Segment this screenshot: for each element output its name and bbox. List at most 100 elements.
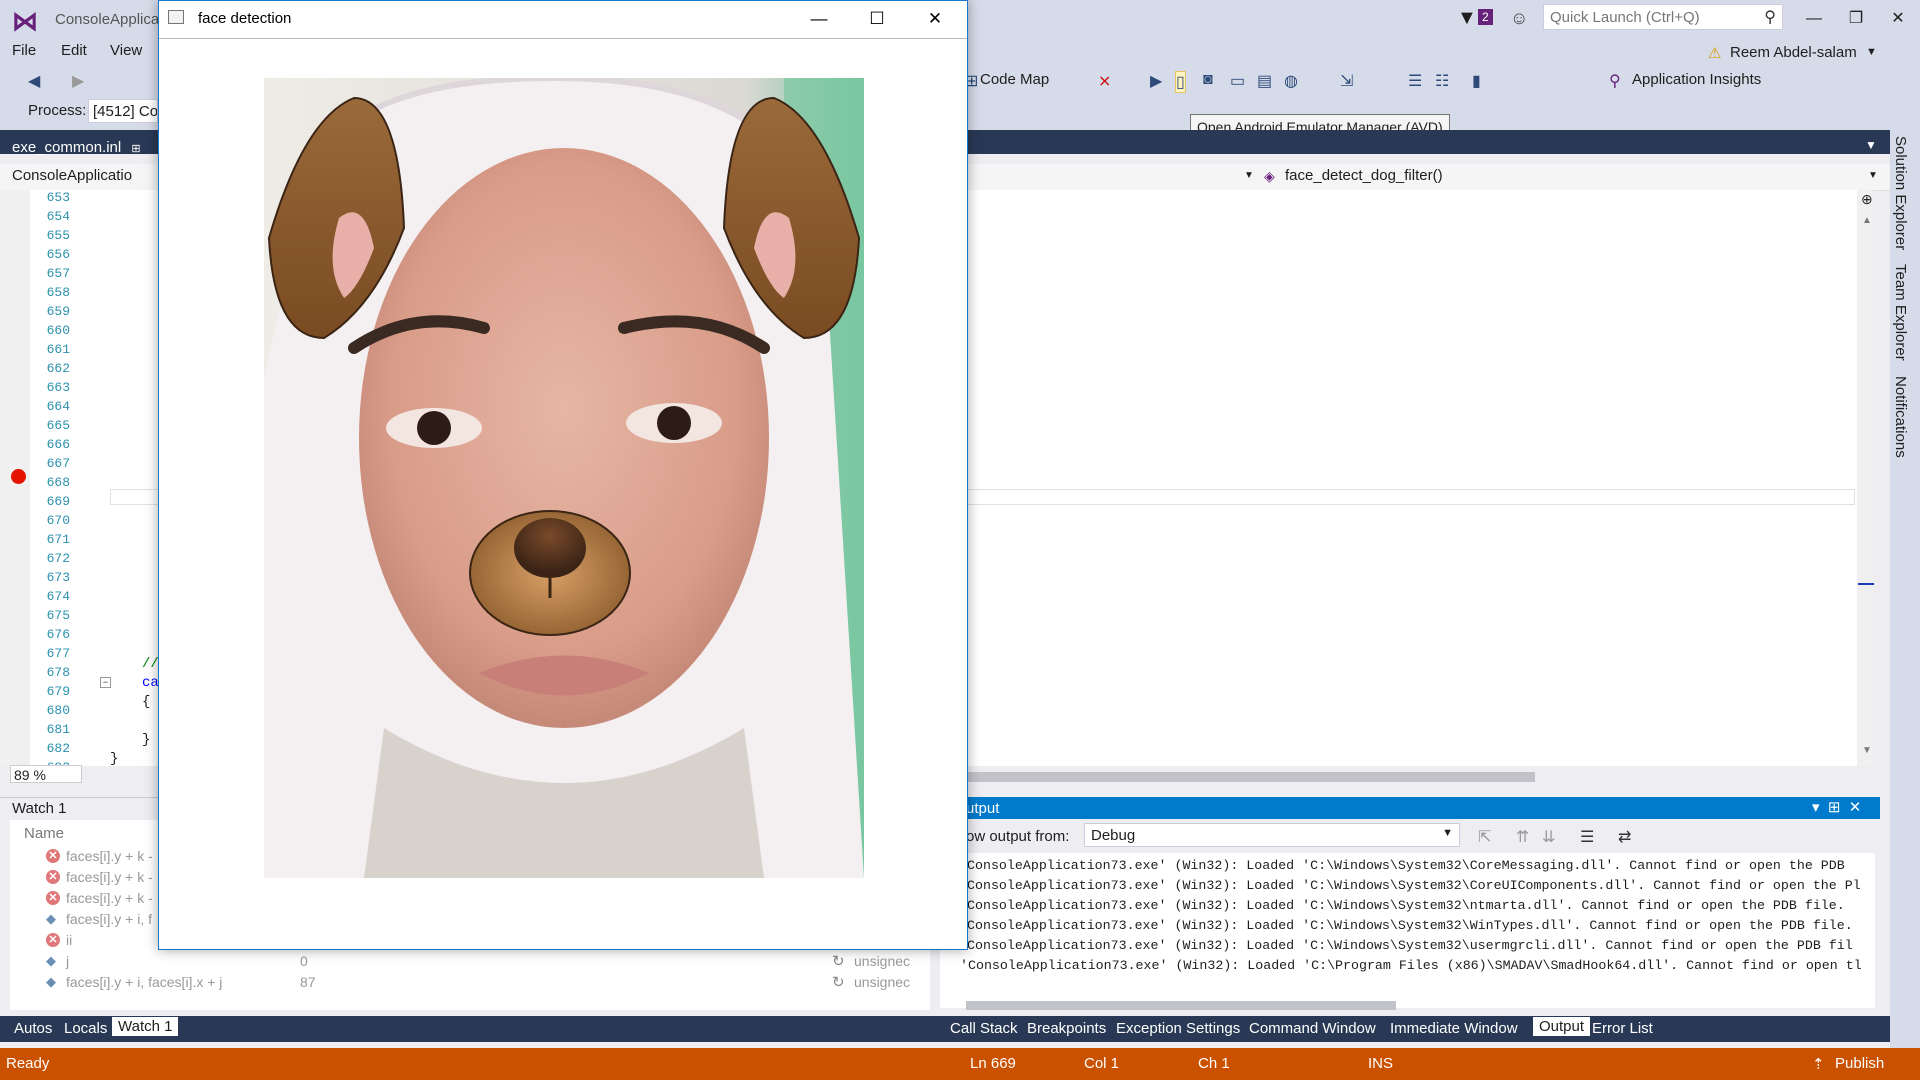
step-icon[interactable]: ⇲	[1340, 71, 1353, 91]
face-photo-with-dog-filter	[264, 78, 864, 878]
face-window-close-button[interactable]: ✕	[912, 5, 958, 33]
side-tab-notifications[interactable]: Notifications	[1892, 376, 1909, 458]
clear-all-icon[interactable]: ☰	[1580, 827, 1594, 847]
panel-controls[interactable]: ▾ ⊞ ✕	[1812, 798, 1861, 816]
output-source-select[interactable]: Debug ▼	[1084, 823, 1460, 847]
find-message-icon[interactable]: ⇱	[1478, 827, 1491, 847]
feedback-icon[interactable]: ☺	[1510, 8, 1528, 29]
line-number: 678	[46, 665, 70, 680]
terminal-icon[interactable]: ▭	[1230, 71, 1245, 91]
next-message-icon[interactable]: ⇊	[1542, 827, 1555, 847]
output-horizontal-scrollbar[interactable]	[966, 1001, 1396, 1010]
outdent-icon[interactable]: ☷	[1435, 71, 1449, 91]
application-insights-button[interactable]: Application Insights	[1632, 71, 1761, 88]
tab-exe-common[interactable]: exe_common.inl ⊞	[4, 133, 160, 156]
tab-output[interactable]: Output	[1533, 1017, 1591, 1036]
chevron-down-icon[interactable]: ▼	[1868, 170, 1878, 181]
watch-row-value[interactable]: 87	[300, 974, 316, 990]
lightbulb-icon[interactable]: ⚲	[1609, 71, 1621, 91]
side-tab-solution-explorer[interactable]: Solution Explorer	[1892, 136, 1909, 250]
editor-horizontal-scrollbar[interactable]	[960, 772, 1535, 782]
globe-icon[interactable]: ◍	[1284, 71, 1298, 91]
tab-autos[interactable]: Autos	[14, 1020, 52, 1037]
menu-view[interactable]: View	[110, 42, 142, 59]
close-button[interactable]: ✕	[1878, 6, 1918, 32]
tab-call-stack[interactable]: Call Stack	[950, 1020, 1018, 1037]
scope-navigation-dropdown[interactable]	[966, 164, 1257, 188]
play-icon[interactable]: ▶	[1150, 71, 1162, 91]
bookmark-icon[interactable]: ▮	[1472, 71, 1481, 91]
tab-immediate-window[interactable]: Immediate Window	[1390, 1020, 1518, 1037]
line-number: 654	[46, 209, 70, 224]
code-line: ca	[142, 675, 159, 691]
search-icon[interactable]: ⚲	[1764, 7, 1776, 27]
minimize-button[interactable]: —	[1794, 6, 1834, 32]
watch-item-icon: ◆	[46, 974, 56, 989]
watch-row-name[interactable]: faces[i].y + i, f	[66, 911, 152, 927]
watch-row-name[interactable]: faces[i].y + k -	[66, 848, 153, 864]
document-list-dropdown[interactable]: ▼	[1865, 138, 1877, 152]
tab-watch-1[interactable]: Watch 1	[112, 1017, 179, 1036]
notification-badge[interactable]: 2	[1478, 9, 1493, 25]
collapse-icon[interactable]: −	[100, 677, 111, 688]
error-icon: ✕	[46, 849, 60, 863]
line-number: 674	[46, 589, 70, 604]
android-emulator-icon[interactable]: ▯	[1175, 71, 1186, 93]
menu-file[interactable]: File	[12, 42, 36, 59]
publish-icon[interactable]: ⇡	[1812, 1055, 1825, 1073]
quick-launch-input[interactable]: Quick Launch (Ctrl+Q) ⚲	[1543, 4, 1783, 30]
watch-row-name[interactable]: faces[i].y + k -	[66, 869, 153, 885]
scroll-up-icon[interactable]: ▲	[1862, 215, 1872, 226]
indent-icon[interactable]: ☰	[1408, 71, 1422, 91]
output-line: ConsoleApplication73.exe' (Win32): Loade…	[967, 918, 1853, 933]
chevron-down-icon: ▼	[1442, 827, 1453, 839]
prev-message-icon[interactable]: ⇈	[1516, 827, 1529, 847]
line-number: 671	[46, 532, 70, 547]
zoom-select[interactable]: 89 %	[10, 765, 82, 783]
watch-row-name[interactable]: ii	[66, 932, 72, 948]
forward-icon[interactable]: ▶	[72, 71, 84, 91]
split-icon[interactable]: ⊕	[1861, 191, 1873, 208]
refresh-icon[interactable]: ↻	[832, 973, 845, 991]
back-icon[interactable]: ◀	[28, 71, 40, 91]
scroll-down-icon[interactable]: ▼	[1862, 745, 1872, 756]
output-line: 'ConsoleApplication73.exe' (Win32): Load…	[960, 958, 1862, 973]
output-line: ConsoleApplication73.exe' (Win32): Loade…	[967, 858, 1845, 873]
tab-breakpoints[interactable]: Breakpoints	[1027, 1020, 1106, 1037]
watch-row-name[interactable]: faces[i].y + k -	[66, 890, 153, 906]
menu-edit[interactable]: Edit	[61, 42, 87, 59]
face-window-minimize-button[interactable]: —	[796, 5, 842, 33]
output-source-value: Debug	[1091, 827, 1136, 844]
editor-vertical-scrollbar[interactable]	[1857, 190, 1873, 766]
pin-icon[interactable]: ⊞	[131, 143, 140, 155]
status-ready: Ready	[6, 1055, 50, 1072]
line-number: 657	[46, 266, 70, 281]
watch-row-name[interactable]: faces[i].y + i, faces[i].x + j	[66, 974, 222, 990]
publish-button[interactable]: Publish	[1835, 1055, 1884, 1072]
breakpoint-icon[interactable]	[11, 469, 26, 484]
watch-row-name[interactable]: j	[66, 953, 69, 969]
restore-button[interactable]: ❐	[1836, 6, 1876, 32]
tab-exception-settings[interactable]: Exception Settings	[1116, 1020, 1240, 1037]
project-navigation-dropdown[interactable]: ConsoleApplicatio	[12, 167, 132, 184]
word-wrap-icon[interactable]: ⇄	[1618, 827, 1631, 847]
face-window-maximize-button[interactable]: ☐	[854, 5, 900, 33]
member-navigation-dropdown[interactable]: face_detect_dog_filter()	[1285, 167, 1443, 184]
window-icon[interactable]: ▤	[1257, 71, 1272, 91]
chevron-down-icon[interactable]: ▼	[1244, 170, 1254, 181]
refresh-icon[interactable]: ↻	[832, 952, 845, 970]
code-map-button[interactable]: Code Map	[980, 71, 1049, 88]
face-window-title: face detection	[198, 10, 292, 27]
side-tab-team-explorer[interactable]: Team Explorer	[1892, 264, 1909, 361]
user-account[interactable]: Reem Abdel-salam	[1730, 44, 1857, 61]
watch-column-name[interactable]: Name	[24, 825, 64, 842]
chevron-down-icon[interactable]: ▼	[1866, 46, 1877, 58]
process-select[interactable]: [4512] Co	[88, 99, 158, 123]
tab-locals[interactable]: Locals	[64, 1020, 107, 1037]
tab-command-window[interactable]: Command Window	[1249, 1020, 1376, 1037]
tab-error-list[interactable]: Error List	[1592, 1020, 1653, 1037]
stop-debug-icon[interactable]: ⨯	[1098, 71, 1111, 91]
filter-icon[interactable]: ▼	[1457, 7, 1477, 30]
watch-row-value[interactable]: 0	[300, 953, 308, 969]
camera-icon[interactable]: ◙	[1203, 71, 1213, 89]
